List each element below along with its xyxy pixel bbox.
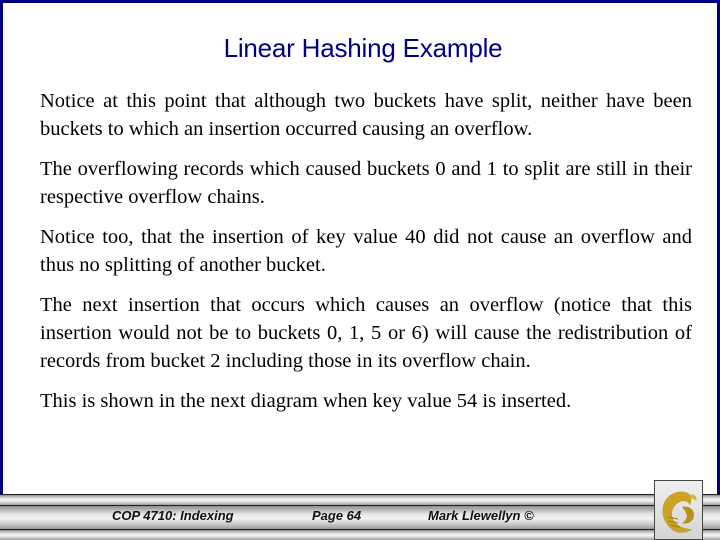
slide-footer: COP 4710: Indexing Page 64 Mark Llewelly…	[0, 494, 720, 540]
footer-band-bottom	[0, 529, 720, 540]
pegasus-logo-icon	[662, 491, 697, 533]
paragraph-key-54: This is shown in the next diagram when k…	[40, 390, 572, 412]
slide-title: Linear Hashing Example	[223, 33, 503, 63]
paragraph-key-40: Notice too, that the insertion of key va…	[40, 226, 692, 276]
paragraph-overflow-chains: The overflowing records which caused buc…	[40, 158, 692, 208]
footer-course: COP 4710: Indexing	[112, 508, 234, 523]
paragraph-split-notice: Notice at this point that although two b…	[40, 90, 692, 140]
paragraph-next-insertion: The next insertion that occurs which cau…	[40, 294, 692, 372]
footer-band-top	[0, 494, 720, 505]
footer-page-number: Page 64	[312, 508, 362, 523]
slide-body: Notice at this point that although two b…	[40, 87, 692, 427]
footer-author: Mark Llewellyn ©	[428, 508, 534, 523]
logo-box	[654, 480, 703, 540]
slide-frame: Linear Hashing Example Notice at this po…	[0, 0, 720, 494]
